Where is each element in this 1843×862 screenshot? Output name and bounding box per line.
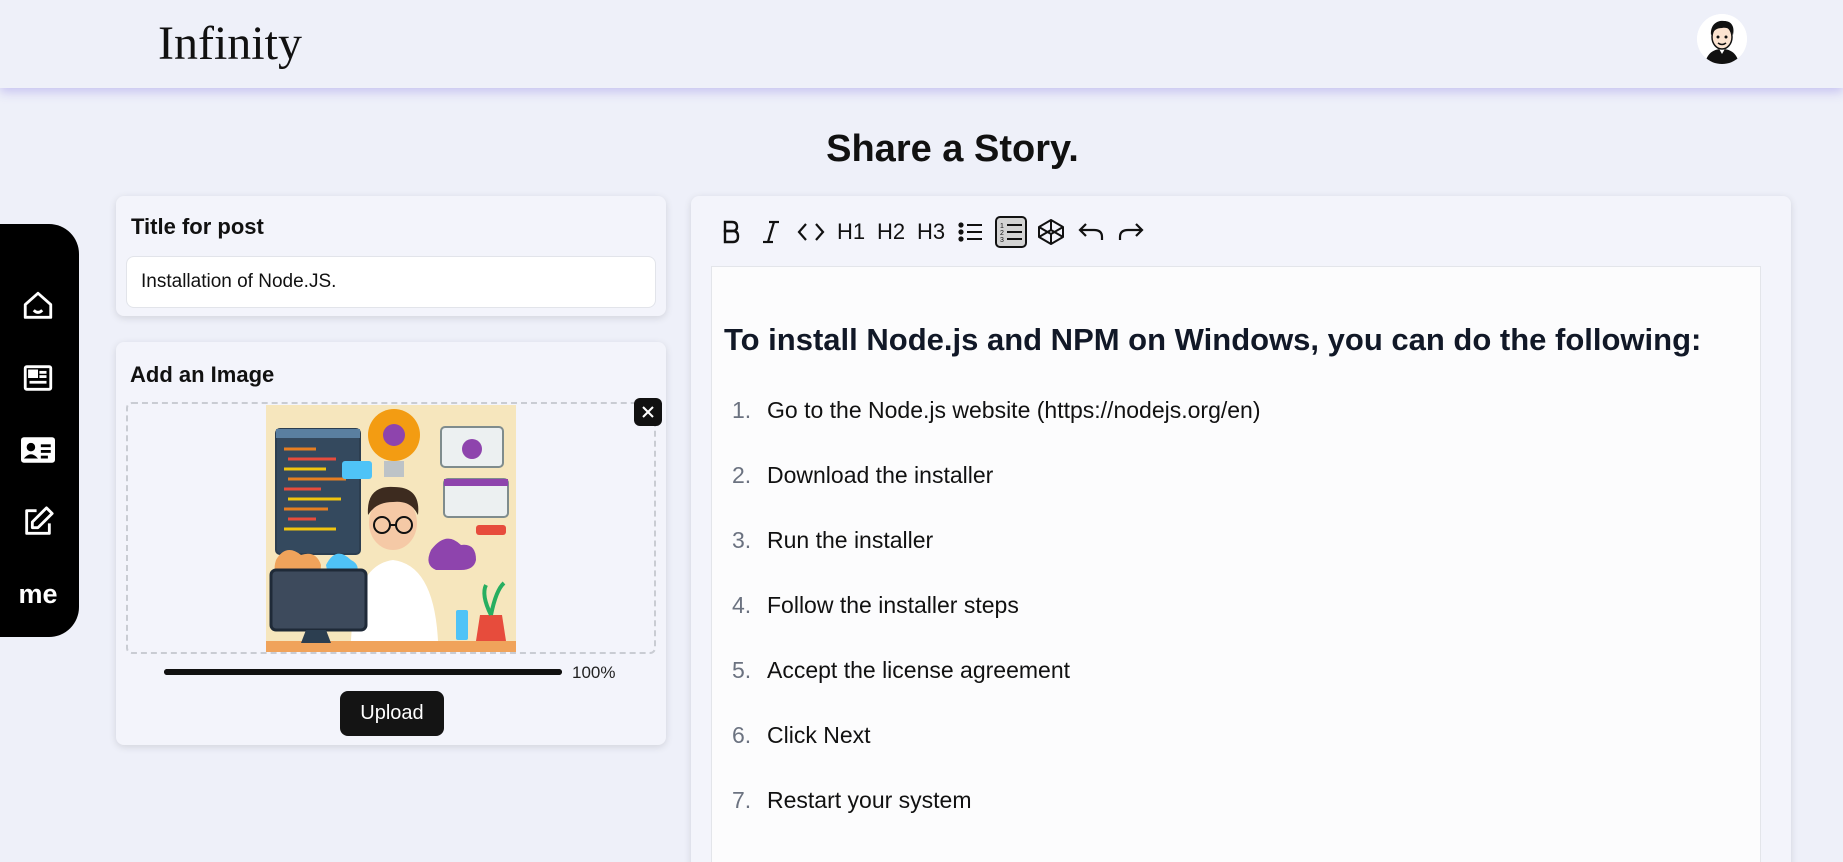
heading-2-icon: H2 — [876, 219, 906, 244]
image-upload-card: Add an Image 100% Upload — [116, 342, 666, 745]
remove-image-button[interactable] — [634, 398, 662, 426]
svg-text:1: 1 — [1000, 223, 1004, 230]
heading-3-button[interactable]: H3 — [911, 214, 951, 250]
list-item-text: Click Next — [767, 721, 871, 748]
developer-illustration — [266, 405, 516, 652]
bullet-list-button[interactable] — [951, 214, 991, 250]
image-upload-heading: Add an Image — [130, 362, 275, 387]
list-item-text: Accept the license agreement — [767, 656, 1071, 683]
list-item-number: 2. — [732, 461, 752, 488]
sidebar-item-home[interactable] — [18, 286, 58, 326]
list-item-number: 1. — [732, 396, 752, 423]
heading-3-icon: H3 — [916, 219, 946, 244]
rich-text-editor[interactable]: To install Node.js and NPM on Windows, y… — [711, 266, 1761, 862]
editor-toolbar: H1 H2 H3 1 2 3 — [711, 212, 1151, 252]
ordered-list-button[interactable]: 1 2 3 — [991, 214, 1031, 250]
upload-button[interactable]: Upload — [340, 691, 444, 736]
list-item-number: 4. — [732, 591, 752, 618]
list-item-text: Restart your system — [767, 786, 972, 813]
edit-icon — [25, 506, 54, 535]
bold-button[interactable] — [711, 214, 751, 250]
sidebar-item-profile[interactable] — [18, 430, 58, 470]
upload-progress-bar — [164, 669, 562, 675]
user-avatar[interactable] — [1697, 14, 1747, 64]
undo-button[interactable] — [1071, 214, 1111, 250]
top-navbar: Infinity — [0, 0, 1843, 88]
sidebar-item-feed[interactable] — [18, 358, 58, 398]
id-card-icon — [21, 437, 55, 463]
upload-progress-text: 100% — [572, 663, 616, 682]
list-item-number: 7. — [732, 786, 752, 813]
brand-logo[interactable]: Infinity — [158, 16, 302, 71]
ordered-list-icon: 1 2 3 — [995, 216, 1027, 248]
image-preview — [266, 405, 516, 652]
editor-card: H1 H2 H3 1 2 3 To install Node.js and NP… — [691, 196, 1791, 862]
italic-button[interactable] — [751, 214, 791, 250]
list-item-text: Run the installer — [767, 526, 934, 553]
sidebar-item-write[interactable] — [18, 502, 58, 542]
post-title-input[interactable] — [126, 256, 656, 308]
bullet-list-icon — [958, 222, 982, 242]
heading-1-icon: H1 — [836, 219, 866, 244]
code-button[interactable] — [791, 214, 831, 250]
list-item-text: Download the installer — [767, 461, 994, 488]
list-item-number: 6. — [732, 721, 752, 748]
codeblock-icon — [1038, 219, 1064, 245]
avatar-icon — [1697, 14, 1747, 64]
codeblock-button[interactable] — [1031, 214, 1071, 250]
list-item-text: Follow the installer steps — [767, 591, 1019, 618]
page-title: Share a Story. — [826, 128, 1079, 170]
svg-text:3: 3 — [1000, 237, 1004, 244]
heading-2-button[interactable]: H2 — [871, 214, 911, 250]
list-item-number: 3. — [732, 526, 752, 553]
redo-button[interactable] — [1111, 214, 1151, 250]
post-title-card: Title for post — [116, 196, 666, 316]
list-item-number: 5. — [732, 656, 752, 683]
svg-text:2: 2 — [1000, 230, 1004, 237]
undo-icon — [1078, 223, 1104, 240]
newspaper-icon — [23, 365, 53, 391]
upload-progress-fill — [164, 669, 562, 675]
post-title-heading: Title for post — [131, 214, 264, 239]
close-icon — [642, 406, 654, 418]
sidebar-item-me[interactable]: me — [18, 574, 58, 614]
code-icon — [797, 223, 825, 241]
home-icon — [23, 291, 53, 319]
italic-icon — [763, 220, 779, 244]
editor-heading: To install Node.js and NPM on Windows, y… — [724, 322, 1702, 357]
redo-icon — [1118, 223, 1144, 240]
bold-icon — [723, 220, 740, 244]
sidebar: me — [0, 224, 79, 637]
list-item-text: Go to the Node.js website (https://nodej… — [767, 396, 1261, 423]
heading-1-button[interactable]: H1 — [831, 214, 871, 250]
image-dropzone[interactable] — [126, 402, 656, 654]
